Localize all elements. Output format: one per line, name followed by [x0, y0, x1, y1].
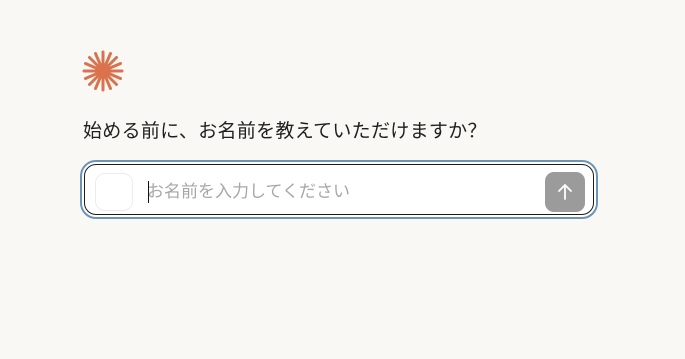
- name-input-frame: [84, 164, 594, 215]
- send-button[interactable]: [545, 172, 585, 212]
- logo-burst-icon: [81, 49, 125, 93]
- arrow-up-icon: [558, 184, 572, 200]
- avatar-placeholder: [95, 173, 133, 211]
- text-caret: [148, 181, 149, 203]
- name-input-container[interactable]: [80, 160, 598, 219]
- name-input[interactable]: [147, 175, 537, 209]
- onboarding-question: 始める前に、お名前を教えていただけますか？: [83, 120, 487, 142]
